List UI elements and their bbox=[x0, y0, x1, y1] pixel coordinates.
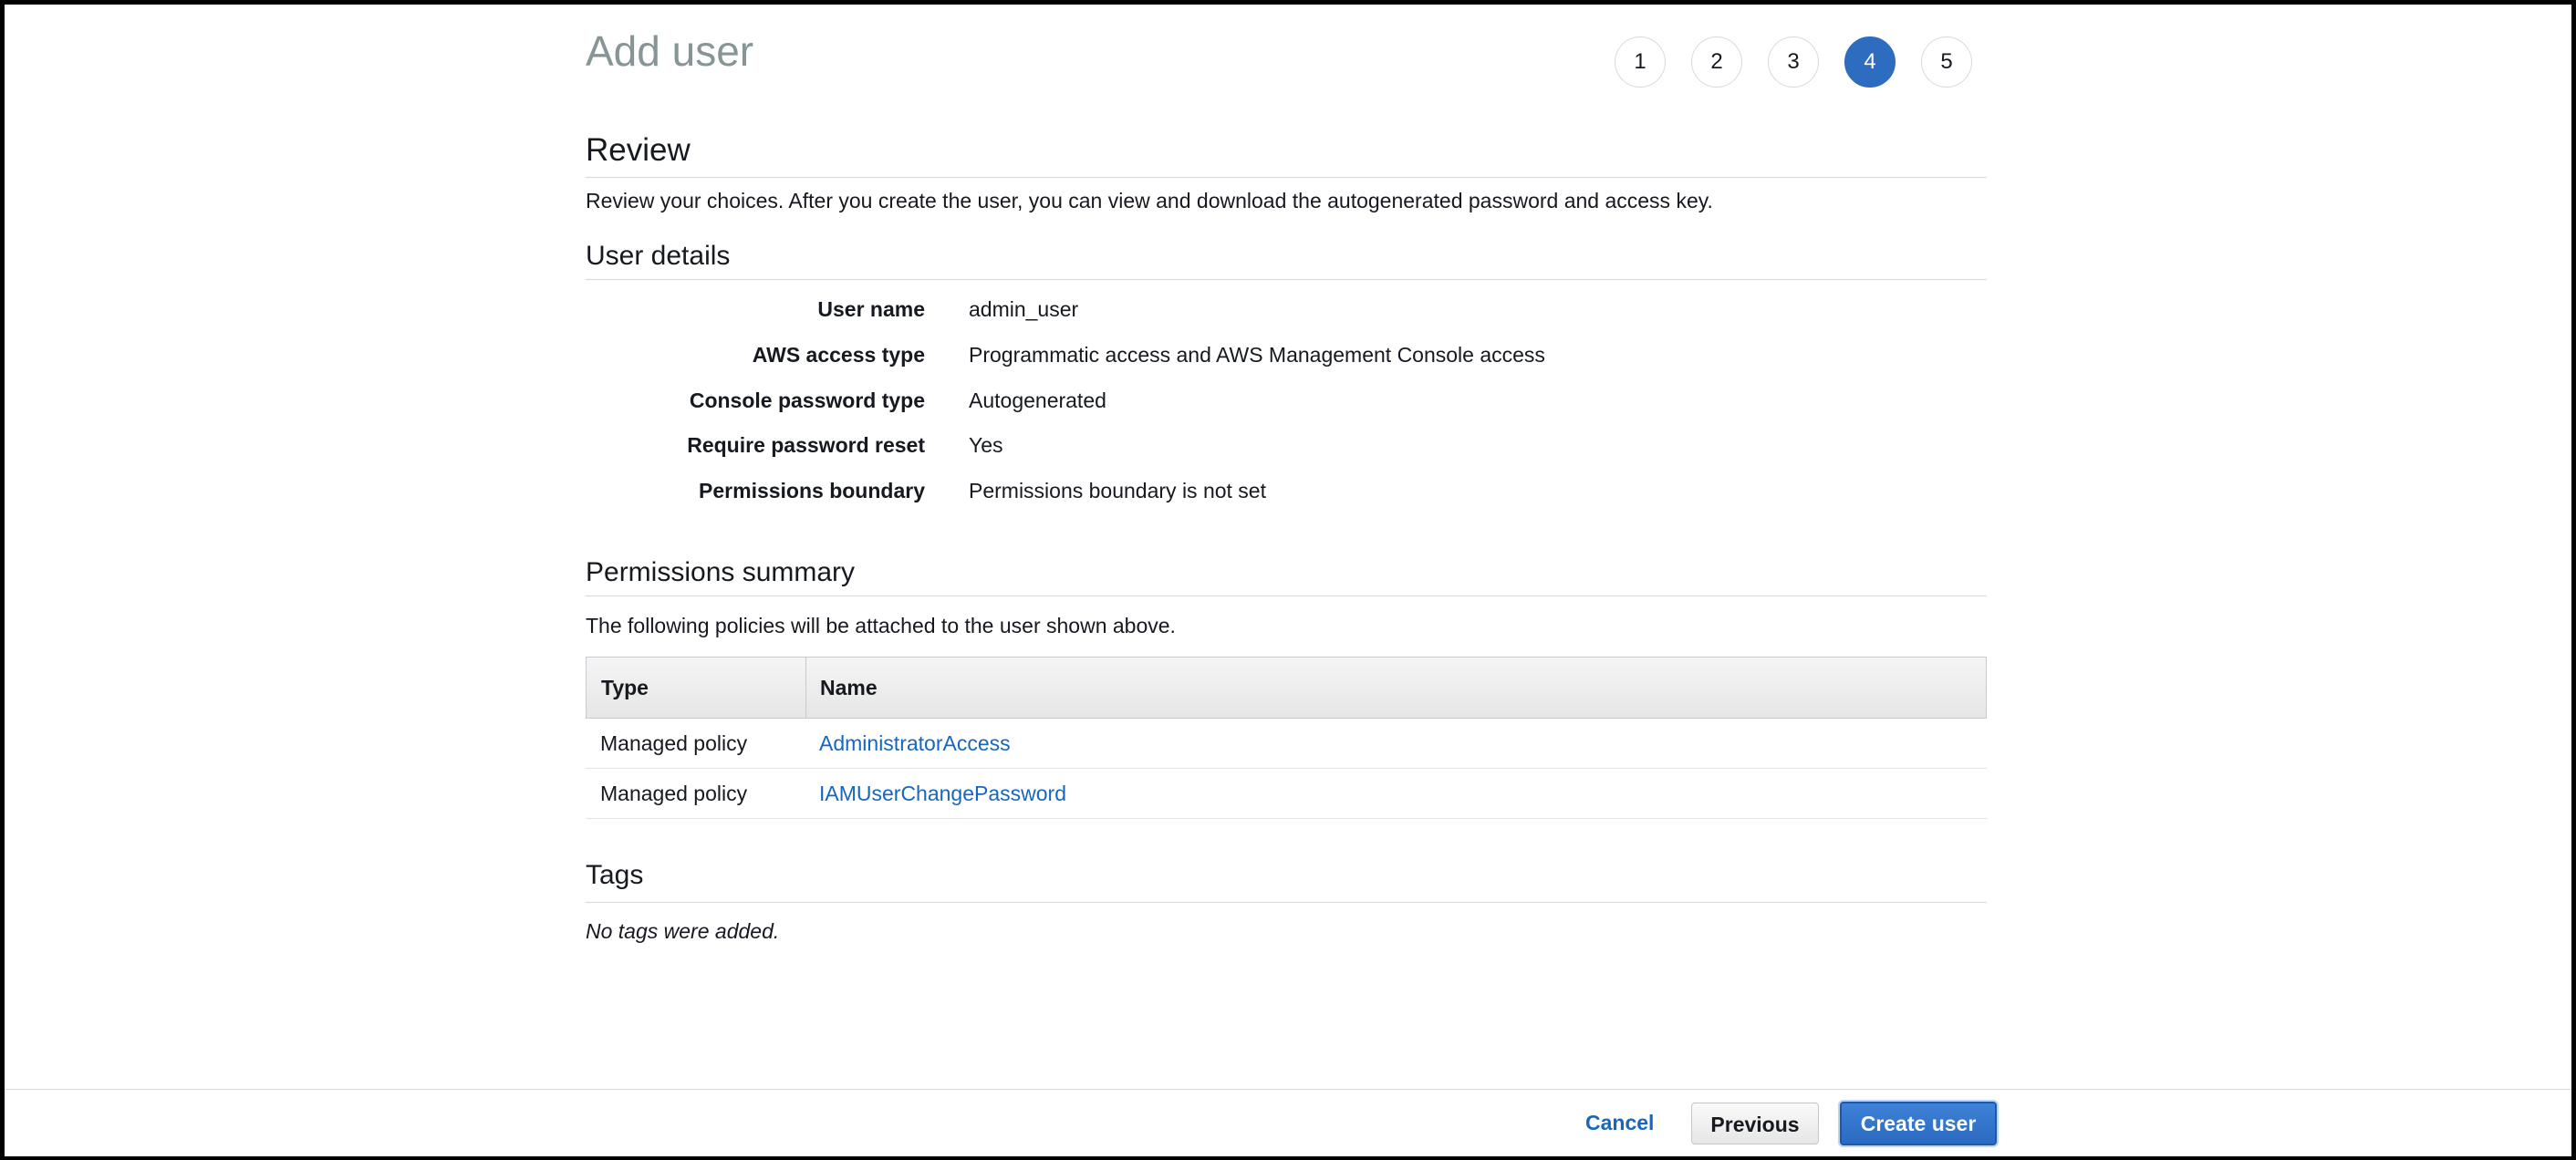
detail-row-password-type: Console password type Autogenerated bbox=[586, 388, 1987, 425]
step-3[interactable]: 3 bbox=[1768, 36, 1819, 88]
detail-value: Permissions boundary is not set bbox=[969, 479, 1266, 502]
detail-label: Permissions boundary bbox=[699, 479, 925, 502]
detail-value: admin_user bbox=[969, 297, 1079, 321]
create-user-button[interactable]: Create user bbox=[1840, 1102, 1997, 1145]
column-header-type[interactable]: Type bbox=[601, 658, 649, 718]
detail-value: Programmatic access and AWS Management C… bbox=[969, 343, 1545, 367]
wizard-footer: Cancel Previous Create user bbox=[5, 1089, 2571, 1156]
policy-link-iamuserchangepassword[interactable]: IAMUserChangePassword bbox=[819, 769, 1066, 818]
detail-value: Autogenerated bbox=[969, 388, 1106, 412]
detail-row-password-reset: Require password reset Yes bbox=[586, 433, 1987, 470]
page-title: Add user bbox=[586, 27, 754, 75]
detail-label: User name bbox=[817, 297, 925, 321]
policy-type: Managed policy bbox=[600, 731, 748, 755]
review-divider bbox=[586, 177, 1987, 178]
previous-button[interactable]: Previous bbox=[1691, 1103, 1819, 1144]
permissions-description: The following policies will be attached … bbox=[586, 614, 1176, 637]
detail-label: Require password reset bbox=[687, 433, 925, 457]
table-row: Managed policy AdministratorAccess bbox=[586, 719, 1987, 769]
detail-row-permissions-boundary: Permissions boundary Permissions boundar… bbox=[586, 479, 1987, 515]
step-5: 5 bbox=[1921, 36, 1972, 88]
table-row: Managed policy IAMUserChangePassword bbox=[586, 769, 1987, 819]
tags-heading: Tags bbox=[586, 860, 644, 890]
detail-value: Yes bbox=[969, 433, 1003, 457]
column-divider bbox=[805, 658, 806, 718]
user-details-divider bbox=[586, 279, 1987, 280]
tags-divider bbox=[586, 902, 1987, 903]
step-4-current: 4 bbox=[1844, 36, 1896, 88]
user-details-heading: User details bbox=[586, 241, 731, 271]
no-tags-message: No tags were added. bbox=[586, 919, 780, 943]
detail-row-access-type: AWS access type Programmatic access and … bbox=[586, 343, 1987, 379]
cancel-button[interactable]: Cancel bbox=[1585, 1103, 1654, 1143]
step-2[interactable]: 2 bbox=[1691, 36, 1742, 88]
step-1[interactable]: 1 bbox=[1615, 36, 1666, 88]
column-header-name[interactable]: Name bbox=[820, 658, 878, 718]
review-heading: Review bbox=[586, 132, 691, 168]
window-frame bbox=[0, 0, 2576, 1160]
review-description: Review your choices. After you create th… bbox=[586, 189, 1713, 212]
permissions-summary-heading: Permissions summary bbox=[586, 557, 856, 587]
detail-row-user-name: User name admin_user bbox=[586, 297, 1987, 334]
detail-label: AWS access type bbox=[752, 343, 925, 367]
policy-link-administratoraccess[interactable]: AdministratorAccess bbox=[819, 719, 1011, 768]
policy-type: Managed policy bbox=[600, 782, 748, 805]
detail-label: Console password type bbox=[689, 388, 925, 412]
table-header: Type Name bbox=[586, 657, 1987, 719]
